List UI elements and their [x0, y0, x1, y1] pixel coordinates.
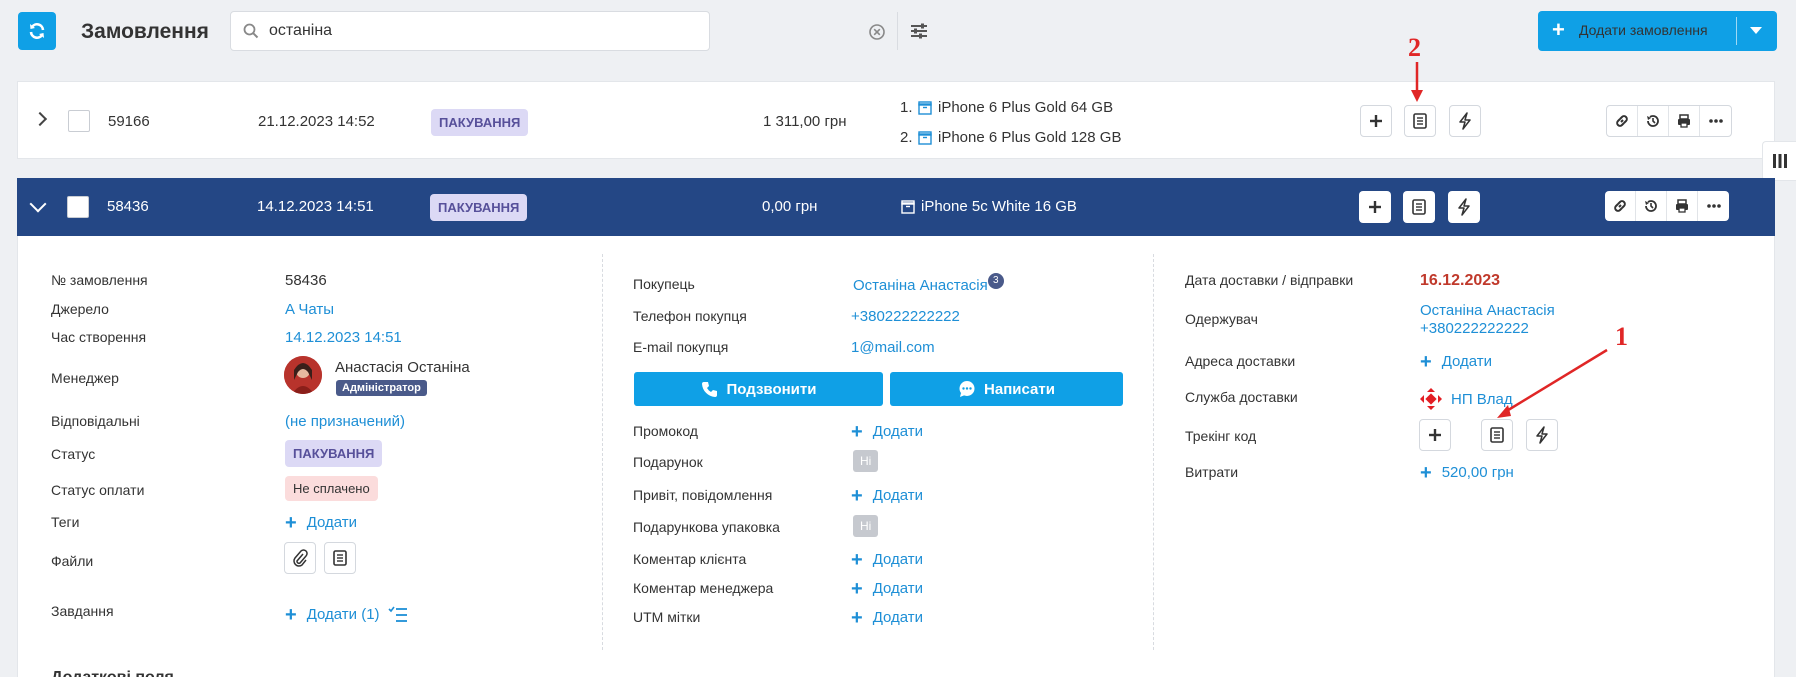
annotation-label-1: 1: [1615, 322, 1628, 351]
annotation-arrow-1: [1504, 348, 1608, 414]
annotation-arrows: [1411, 62, 1608, 418]
annotation-label-2: 2: [1408, 33, 1421, 62]
annotation-arrowhead-2: [1411, 90, 1423, 102]
annotation-arrowhead-1: [1497, 405, 1511, 418]
